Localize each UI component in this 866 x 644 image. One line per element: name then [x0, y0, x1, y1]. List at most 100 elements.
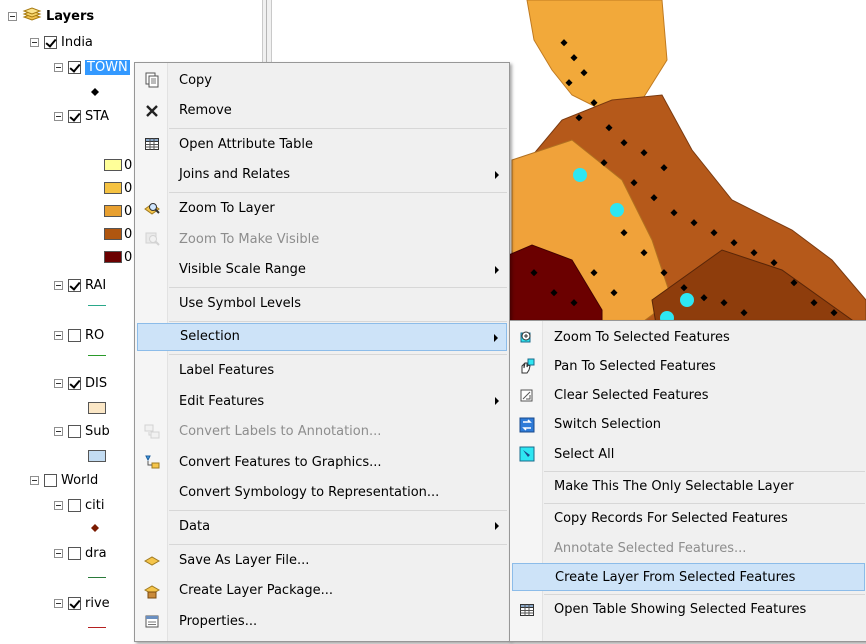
collapse-icon[interactable]	[54, 378, 63, 388]
toc-row-india[interactable]: India	[30, 32, 93, 52]
toc-row-cities[interactable]: citi	[54, 495, 104, 515]
road-label: RO	[85, 327, 105, 343]
state-checkbox[interactable]	[68, 109, 81, 123]
sub-label: Sub	[85, 423, 110, 439]
swatch	[88, 450, 106, 462]
toc-row-rivers[interactable]: rive	[54, 593, 110, 613]
swatch	[104, 182, 122, 194]
menu-separator	[544, 593, 865, 595]
collapse-icon[interactable]	[54, 111, 63, 121]
menu-item-copy[interactable]: Copy	[137, 66, 507, 94]
town-symbol	[90, 82, 100, 102]
india-label: India	[61, 34, 93, 50]
menu-item-copy-records-for-selected-features[interactable]: Copy Records For Selected Features	[512, 505, 865, 533]
menu-item-label: Switch Selection	[554, 417, 662, 433]
menu-item-make-this-the-only-selectable-layer[interactable]: Make This The Only Selectable Layer	[512, 473, 865, 501]
layers-label: Layers	[46, 8, 95, 24]
swatch	[88, 402, 106, 414]
collapse-icon[interactable]	[30, 475, 39, 485]
state-class-3: 0	[104, 201, 132, 221]
menu-item-convert-features-to-graphics[interactable]: Convert Features to Graphics...	[137, 448, 507, 476]
menu-item-label: Data	[179, 518, 211, 534]
drainage-checkbox[interactable]	[68, 546, 81, 560]
cities-symbol	[90, 518, 100, 538]
sub-checkbox[interactable]	[68, 424, 81, 438]
collapse-icon[interactable]	[54, 500, 63, 510]
menu-item-save-as-layer-file[interactable]: Save As Layer File...	[137, 546, 507, 574]
dist-label: DIS	[85, 375, 108, 391]
menu-item-clear-selected-features[interactable]: Clear Selected Features	[512, 382, 865, 410]
collapse-icon[interactable]	[8, 11, 17, 21]
menu-item-label: Copy	[179, 72, 212, 88]
town-label[interactable]: TOWN	[85, 59, 130, 75]
menu-item-label: Visible Scale Range	[179, 262, 306, 278]
menu-item-zoom-to-selected-features[interactable]: Zoom To Selected Features	[512, 323, 865, 351]
layer-context-menu: Copy Remove Open Attribute Table Joins and …	[134, 62, 510, 642]
world-checkbox[interactable]	[44, 473, 57, 487]
menu-item-joins-and-relates[interactable]: Joins and Relates	[137, 161, 507, 189]
menu-item-use-symbol-levels[interactable]: Use Symbol Levels	[137, 289, 507, 317]
menu-item-edit-features[interactable]: Edit Features	[137, 387, 507, 415]
menu-item-properties[interactable]: Properties...	[137, 607, 507, 635]
sub-symbol	[88, 446, 108, 466]
dist-symbol	[88, 398, 108, 418]
line-symbol	[88, 355, 106, 356]
menu-item-label: Save As Layer File...	[179, 552, 310, 568]
menu-item-data[interactable]: Data	[137, 512, 507, 540]
toc-row-road[interactable]: RO	[54, 325, 104, 345]
selection-submenu: Zoom To Selected Features Pan To Selected…	[509, 320, 866, 642]
point-symbol-icon	[91, 524, 99, 532]
menu-item-label: Pan To Selected Features	[554, 358, 716, 374]
toc-row-world[interactable]: World	[30, 470, 98, 490]
menu-item-open-attribute-table[interactable]: Open Attribute Table	[137, 130, 507, 158]
toc-row-town[interactable]: TOWN	[54, 57, 130, 77]
toc-row-layers[interactable]: Layers	[8, 6, 94, 26]
menu-item-create-layer-package[interactable]: Create Layer Package...	[137, 577, 507, 605]
collapse-icon[interactable]	[54, 548, 63, 558]
toc-row-state[interactable]: STA	[54, 106, 109, 126]
menu-item-switch-selection[interactable]: Switch Selection	[512, 411, 865, 439]
collapse-icon[interactable]	[54, 330, 63, 340]
submenu-arrow-icon	[495, 265, 499, 274]
menu-item-pan-to-selected-features[interactable]: Pan To Selected Features	[512, 352, 865, 380]
menu-item-label: Convert Labels to Annotation...	[179, 424, 382, 440]
rivers-checkbox[interactable]	[68, 596, 81, 610]
class-label: 0	[124, 180, 133, 196]
line-symbol	[88, 627, 106, 628]
class-label: 0	[124, 203, 133, 219]
menu-item-create-layer-from-selected-features[interactable]: Create Layer From Selected Features	[512, 563, 865, 592]
menu-item-select-all[interactable]: Select All	[512, 440, 865, 468]
menu-separator	[169, 544, 507, 545]
road-checkbox[interactable]	[68, 328, 81, 342]
collapse-icon[interactable]	[54, 280, 63, 290]
menu-item-visible-scale-range[interactable]: Visible Scale Range	[137, 256, 507, 284]
rail-checkbox[interactable]	[68, 278, 81, 292]
swatch	[104, 228, 122, 240]
town-checkbox[interactable]	[68, 60, 81, 74]
toc-row-dist[interactable]: DIS	[54, 373, 107, 393]
menu-item-label: Selection	[180, 329, 240, 345]
menu-item-remove[interactable]: Remove	[137, 97, 507, 125]
swatch	[104, 205, 122, 217]
menu-item-open-table-showing-selected-features[interactable]: Open Table Showing Selected Features	[512, 596, 865, 624]
menu-item-zoom-to-layer[interactable]: Zoom To Layer	[137, 194, 507, 222]
menu-item-selection[interactable]: Selection	[137, 322, 507, 351]
india-checkbox[interactable]	[44, 35, 57, 49]
menu-item-label: Convert Symbology to Representation...	[179, 485, 440, 501]
toc-row-sub[interactable]: Sub	[54, 421, 110, 441]
state-label: STA	[85, 108, 110, 124]
toc-row-drainage[interactable]: dra	[54, 543, 107, 563]
submenu-arrow-icon	[495, 397, 499, 405]
collapse-icon[interactable]	[30, 37, 39, 47]
collapse-icon[interactable]	[54, 598, 63, 608]
collapse-icon[interactable]	[54, 62, 63, 72]
collapse-icon[interactable]	[54, 426, 63, 436]
cities-checkbox[interactable]	[68, 498, 81, 512]
menu-item-convert-symbology-to-representation[interactable]: Convert Symbology to Representation...	[137, 479, 507, 507]
dist-checkbox[interactable]	[68, 376, 81, 390]
menu-separator	[169, 128, 507, 130]
rivers-label: rive	[85, 595, 110, 611]
world-label: World	[61, 472, 99, 488]
toc-row-rail[interactable]: RAI	[54, 275, 106, 295]
menu-item-label-features[interactable]: Label Features	[137, 356, 507, 384]
